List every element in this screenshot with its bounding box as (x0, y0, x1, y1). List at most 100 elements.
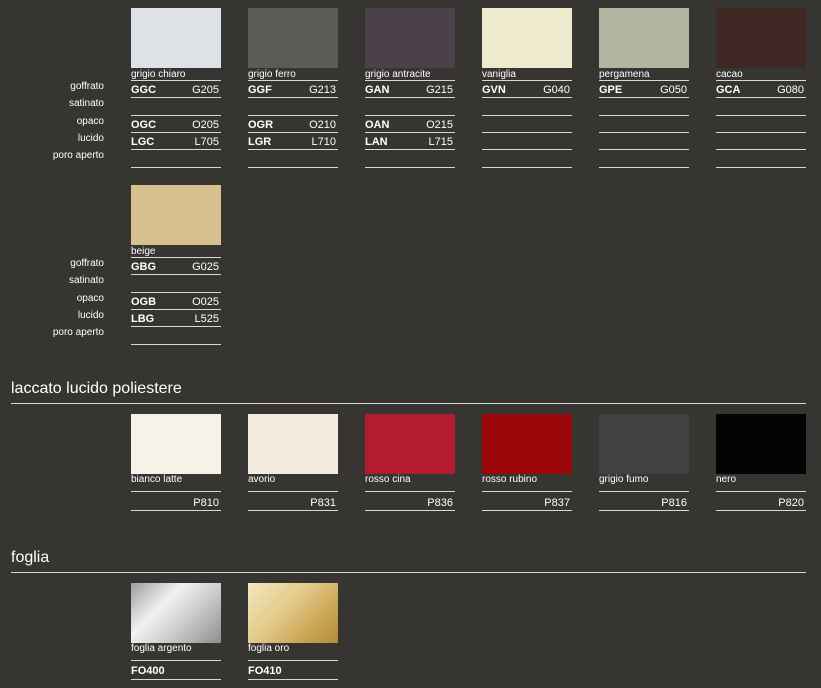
color-swatch (599, 8, 689, 68)
row-divider (599, 491, 689, 492)
row-divider (716, 115, 806, 116)
row-divider (482, 510, 572, 511)
row-divider (131, 491, 221, 492)
row-divider (716, 167, 806, 168)
row-divider (248, 97, 338, 98)
finish-label: poro aperto (52, 150, 104, 161)
row-divider (248, 149, 338, 150)
row-divider (365, 80, 455, 81)
color-swatch (365, 414, 455, 474)
section-title-foglia: foglia (11, 549, 50, 566)
finish-code: OAN (365, 119, 390, 131)
row-divider (131, 274, 221, 275)
finish-number: L705 (194, 136, 219, 148)
section-divider (11, 572, 806, 573)
finish-number: P816 (661, 497, 687, 509)
color-swatch (131, 185, 221, 245)
color-swatch (599, 414, 689, 474)
finish-number: O205 (192, 119, 219, 131)
finish-label: poro aperto (52, 327, 104, 338)
color-name: foglia oro (248, 643, 290, 654)
finish-label: lucido (77, 133, 104, 144)
row-divider (248, 132, 338, 133)
color-swatch (131, 583, 221, 643)
row-divider (248, 80, 338, 81)
row-divider (716, 491, 806, 492)
row-divider (365, 149, 455, 150)
row-divider (131, 257, 221, 258)
row-divider (716, 97, 806, 98)
finish-number: G050 (660, 84, 687, 96)
row-divider (716, 132, 806, 133)
finish-code: GGC (131, 84, 157, 96)
row-divider (131, 97, 221, 98)
color-swatch (248, 8, 338, 68)
finish-code: GBG (131, 261, 157, 273)
row-divider (131, 679, 221, 680)
finish-number: P820 (778, 497, 804, 509)
color-swatch (365, 8, 455, 68)
row-divider (599, 167, 689, 168)
row-divider (131, 80, 221, 81)
row-divider (248, 491, 338, 492)
finish-code: OGR (248, 119, 274, 131)
finish-number: G080 (777, 84, 804, 96)
finish-number: G040 (543, 84, 570, 96)
row-divider (482, 115, 572, 116)
finish-label: lucido (77, 310, 104, 321)
finish-label: goffrato (70, 81, 104, 92)
color-name: grigio fumo (599, 474, 649, 485)
row-divider (131, 510, 221, 511)
color-swatch (482, 414, 572, 474)
finish-number: O215 (426, 119, 453, 131)
color-name: rosso rubino (482, 474, 538, 485)
row-divider (131, 326, 221, 327)
color-name: rosso cina (365, 474, 411, 485)
finish-number: O210 (309, 119, 336, 131)
finish-label: satinato (68, 98, 104, 109)
finish-number: G205 (192, 84, 219, 96)
row-divider (599, 97, 689, 98)
row-divider (599, 132, 689, 133)
row-divider (716, 510, 806, 511)
row-divider (131, 660, 221, 661)
row-divider (248, 660, 338, 661)
finish-code: FO410 (248, 665, 282, 677)
row-divider (365, 167, 455, 168)
finish-number: P837 (544, 497, 570, 509)
row-divider (131, 132, 221, 133)
row-divider (365, 510, 455, 511)
row-divider (599, 80, 689, 81)
row-divider (482, 149, 572, 150)
color-swatch (131, 414, 221, 474)
row-divider (131, 309, 221, 310)
row-divider (248, 510, 338, 511)
finish-number: P836 (427, 497, 453, 509)
finish-label: satinato (68, 275, 104, 286)
finish-code: OGB (131, 296, 157, 308)
finish-number: G215 (426, 84, 453, 96)
finish-number: G213 (309, 84, 336, 96)
row-divider (482, 80, 572, 81)
finish-number: G025 (192, 261, 219, 273)
row-divider (131, 292, 221, 293)
finish-label: goffrato (70, 258, 104, 269)
row-divider (482, 167, 572, 168)
row-divider (482, 97, 572, 98)
finish-code: LGR (248, 136, 272, 148)
row-divider (482, 132, 572, 133)
color-swatch (482, 8, 572, 68)
color-name: nero (716, 474, 737, 485)
row-divider (131, 167, 221, 168)
finish-code: GVN (482, 84, 506, 96)
finish-label: opaco (76, 293, 104, 304)
row-divider (131, 149, 221, 150)
finish-number: P810 (193, 497, 219, 509)
row-divider (365, 97, 455, 98)
finish-number: O025 (192, 296, 219, 308)
section-divider (11, 403, 806, 404)
finish-number: L715 (428, 136, 453, 148)
row-divider (131, 344, 221, 345)
color-swatch (248, 583, 338, 643)
finish-number: P831 (310, 497, 336, 509)
